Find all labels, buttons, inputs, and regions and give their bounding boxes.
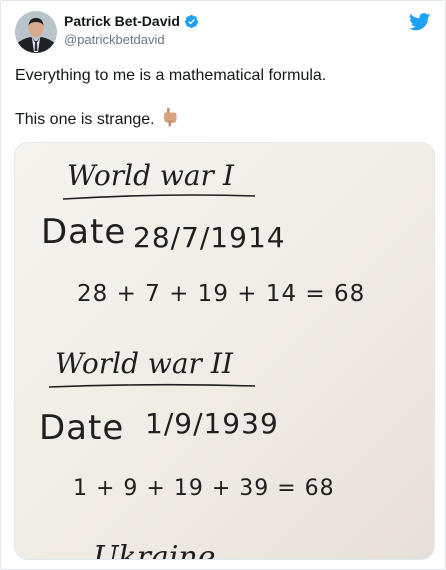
verified-badge-icon bbox=[184, 14, 199, 29]
block-2-formula: 1 + 9 + 19 + 39 = 68 bbox=[73, 476, 335, 501]
tweet-text-line-2: This one is strange. bbox=[15, 107, 431, 131]
block-1-date-label: Date bbox=[41, 212, 126, 252]
point-down-emoji-icon bbox=[161, 107, 179, 127]
block-2-title: World war II bbox=[55, 347, 234, 380]
avatar[interactable] bbox=[15, 11, 57, 53]
block-3-partial-title: ... Ukraine bbox=[55, 540, 216, 559]
block-1-date-value: 28/7/1914 bbox=[133, 221, 286, 254]
block-2-date-label: Date bbox=[39, 408, 124, 448]
twitter-bird-icon[interactable] bbox=[409, 13, 431, 31]
block-1-title: World war I bbox=[67, 159, 235, 192]
tweet-text-line-1: Everything to me is a mathematical formu… bbox=[15, 67, 327, 84]
display-name[interactable]: Patrick Bet-David bbox=[64, 13, 180, 29]
tweet-photo[interactable]: World war I Date 28/7/1914 28 + 7 + 19 +… bbox=[14, 142, 435, 560]
author-name-row[interactable]: Patrick Bet-David bbox=[64, 13, 199, 29]
tweet-text: Everything to me is a mathematical formu… bbox=[15, 65, 431, 131]
tweet-text-line-2-content: This one is strange. bbox=[15, 111, 155, 128]
author-handle[interactable]: @patrickbetdavid bbox=[64, 32, 199, 47]
block-2-date-value: 1/9/1939 bbox=[145, 407, 279, 440]
author-info: Patrick Bet-David @patrickbetdavid bbox=[64, 13, 199, 47]
handwritten-note-image: World war I Date 28/7/1914 28 + 7 + 19 +… bbox=[15, 143, 434, 559]
tweet-card: Patrick Bet-David @patrickbetdavid Every… bbox=[0, 0, 446, 570]
profile-photo-icon bbox=[15, 11, 57, 53]
block-1-formula: 28 + 7 + 19 + 14 = 68 bbox=[77, 281, 365, 307]
